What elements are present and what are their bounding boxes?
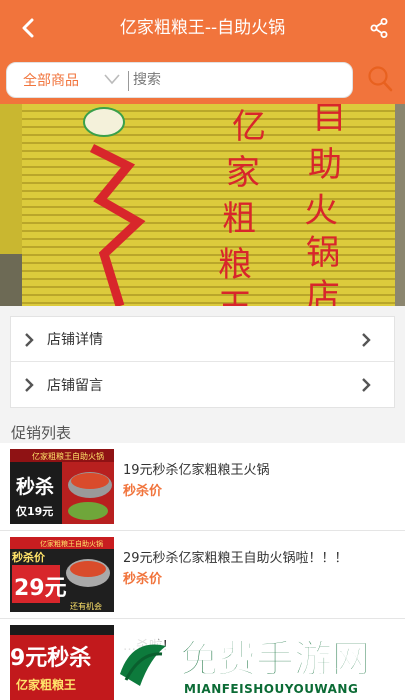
store-menu: 店铺详情 店铺留言	[10, 316, 395, 408]
thumb-header: 亿家粗粮王自助火锅	[32, 451, 104, 461]
menu-item-store-details[interactable]: 店铺详情	[11, 317, 394, 362]
promotion-item[interactable]: 亿家粗粮王自助火锅 秒杀价 29元 还有机会 29元秒杀亿家粗粮王自助火锅啦！！…	[0, 531, 405, 619]
thumb-header: 亿家粗粮王	[16, 677, 76, 692]
thumb-note: 还有机会	[70, 601, 102, 611]
thumb-big-text: 秒杀	[16, 475, 54, 498]
search-divider	[128, 71, 129, 91]
thumb-header: 亿家粗粮王自助火锅	[40, 539, 103, 548]
category-label: 全部商品	[23, 73, 79, 89]
app-header: 亿家粗粮王--自助火锅	[0, 0, 405, 56]
promotion-thumbnail: 亿家粗粮王自助火锅 秒杀价 29元 还有机会	[10, 537, 114, 612]
sign-right-2: 助	[308, 145, 342, 185]
menu-item-label: 店铺详情	[47, 332, 103, 348]
thumb-big-text: 9元秒杀	[10, 645, 91, 671]
share-button[interactable]	[365, 14, 393, 42]
sign-right-3: 火	[304, 191, 338, 231]
sign-left-4: 粮	[218, 245, 252, 285]
search-box: 全部商品	[6, 62, 353, 98]
search-bar: 全部商品	[0, 56, 405, 104]
search-button[interactable]	[365, 64, 397, 96]
chevron-right-icon	[362, 333, 371, 347]
sign-left-3: 粗	[222, 199, 256, 239]
search-input[interactable]	[133, 67, 343, 93]
menu-item-label: 店铺留言	[47, 377, 103, 394]
store-sign-graphic: 亿 家 粗 粮 王 自 助 火 锅 店	[0, 104, 405, 306]
promotion-thumbnail: 亿家粗粮王自助火锅 秒杀 仅19元	[10, 449, 114, 524]
sign-left-5: 王	[218, 287, 252, 306]
page-title: 亿家粗粮王--自助火锅	[119, 18, 286, 38]
watermark-text: 免费手游网	[180, 637, 370, 681]
thumb-price: 29元	[14, 576, 67, 601]
sign-right-5: 店	[306, 277, 340, 306]
menu-item-store-messages[interactable]: 店铺留言	[11, 362, 394, 407]
chevron-right-icon	[25, 378, 34, 392]
site-watermark: 免费手游网 MIANFEISHOUYOUWANG	[110, 632, 405, 700]
back-arrow-icon	[22, 18, 34, 38]
promotion-name: 19元秒杀亿家粗粮王火锅	[123, 463, 270, 478]
chevron-right-icon	[362, 378, 371, 392]
share-icon	[370, 18, 388, 38]
chevron-down-icon	[104, 74, 120, 85]
section-title: 促销列表	[11, 424, 72, 442]
thumb-big-text: 秒杀价	[12, 550, 46, 564]
sign-left-2: 家	[226, 153, 260, 193]
watermark-pinyin: MIANFEISHOUYOUWANG	[184, 682, 358, 696]
sign-left-1: 亿	[232, 107, 266, 147]
store-banner-image: 亿 家 粗 粮 王 自 助 火 锅 店	[0, 104, 405, 306]
search-icon	[368, 66, 393, 92]
thumb-price: 仅19元	[15, 504, 53, 518]
sign-right-4: 锅	[306, 233, 340, 273]
sign-right-1: 自	[312, 104, 346, 137]
promotion-name: 29元秒杀亿家粗粮王自助火锅啦！！！	[123, 551, 348, 566]
promotion-item[interactable]: 亿家粗粮王自助火锅 秒杀 仅19元 19元秒杀亿家粗粮王火锅 秒杀价	[0, 443, 405, 531]
back-button[interactable]	[14, 14, 42, 42]
category-select[interactable]: 全部商品	[7, 63, 125, 97]
chevron-right-icon	[25, 333, 34, 347]
promotion-thumbnail: 9元秒杀 亿家粗粮王	[10, 625, 114, 700]
promotion-tag: 秒杀价	[123, 572, 163, 587]
promotion-tag: 秒杀价	[123, 484, 163, 499]
